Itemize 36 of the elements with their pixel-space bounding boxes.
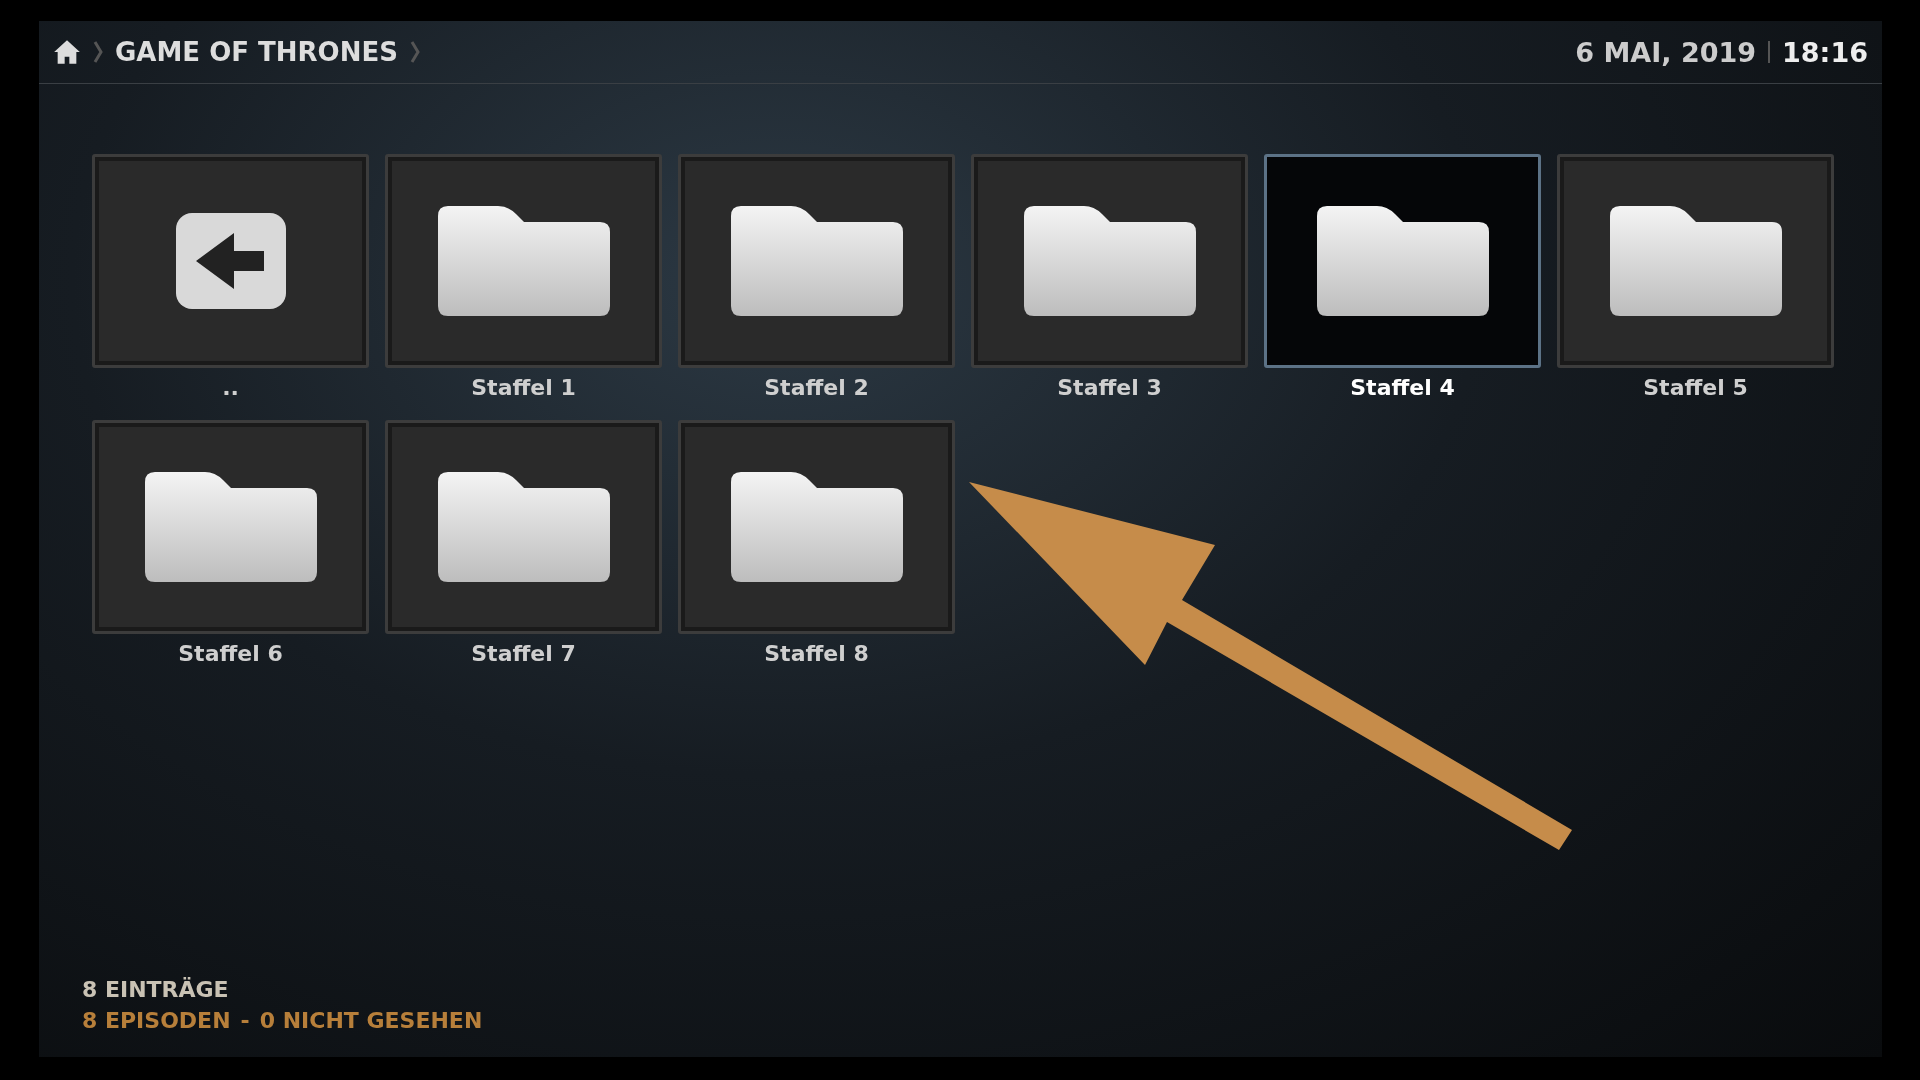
folder-icon	[1609, 206, 1782, 316]
folder-icon	[437, 206, 610, 316]
folder-tile[interactable]	[385, 154, 662, 368]
date-text: 6 MAI, 2019	[1575, 36, 1757, 68]
folder-icon	[1316, 206, 1489, 316]
chevron-icon	[409, 39, 420, 65]
tile-label: Staffel 2	[764, 374, 869, 402]
tile-label: Staffel 6	[178, 640, 283, 668]
folder-tile[interactable]	[678, 420, 955, 634]
folder-icon	[730, 206, 903, 316]
tile-label: Staffel 3	[1057, 374, 1162, 402]
tile-label: Staffel 4	[1350, 374, 1455, 402]
folder-tile[interactable]	[678, 154, 955, 368]
breadcrumb-item[interactable]: GAME OF THRONES	[115, 37, 398, 67]
time-text: 18:16	[1782, 36, 1868, 68]
tile-label: Staffel 1	[471, 374, 576, 402]
home-icon[interactable]	[53, 38, 81, 66]
folder-tile[interactable]	[1264, 154, 1541, 368]
tile-label: Staffel 8	[764, 640, 869, 668]
chevron-icon	[93, 39, 103, 65]
episode-count: 8 EPISODEN	[82, 1008, 231, 1033]
folder-tile[interactable]	[92, 420, 369, 634]
tile-label: Staffel 5	[1643, 374, 1748, 402]
folder-icon	[437, 472, 610, 582]
folder-icon	[1023, 206, 1196, 316]
folder-tile[interactable]	[385, 420, 662, 634]
tile-label: Staffel 7	[471, 640, 576, 668]
folder-tile[interactable]	[1557, 154, 1834, 368]
folder-tile[interactable]	[971, 154, 1248, 368]
separator-text: -	[240, 1008, 250, 1033]
unwatched-count: 0 NICHT GESEHEN	[259, 1008, 483, 1033]
item-count: 8 EINTRÄGE	[82, 977, 230, 1002]
folder-tile[interactable]	[92, 154, 369, 368]
tile-label: ..	[222, 374, 239, 402]
folder-icon	[144, 472, 317, 582]
folder-icon	[730, 472, 903, 582]
